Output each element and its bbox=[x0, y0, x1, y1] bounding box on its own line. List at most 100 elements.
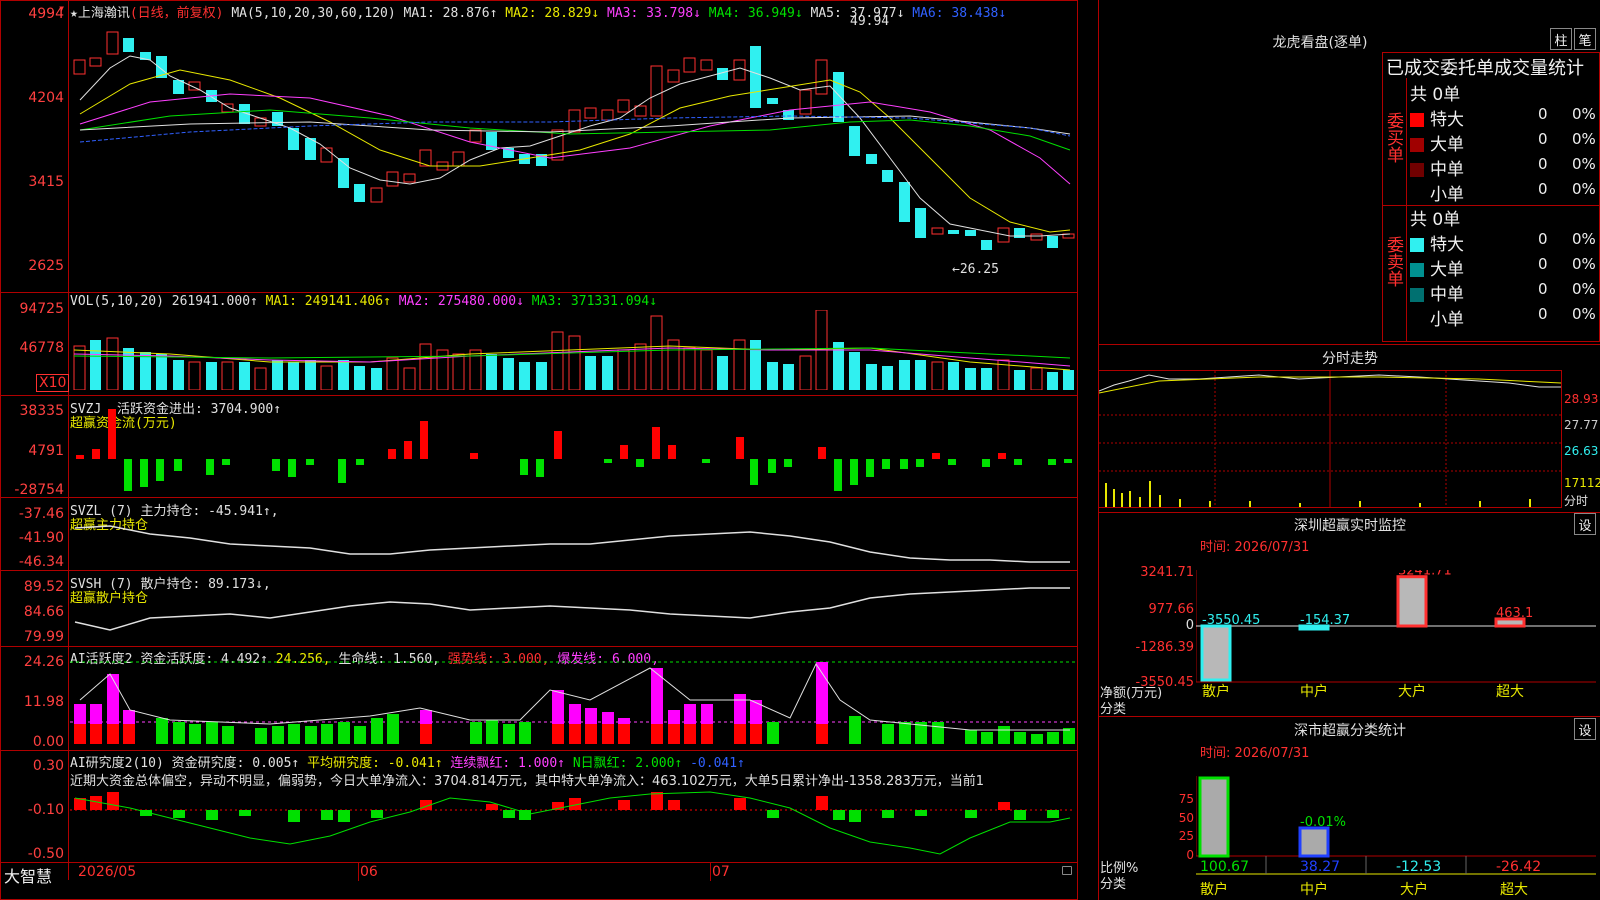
vol-header: VOL(5,10,20) 261941.000↑ MA1: 249141.406… bbox=[70, 294, 657, 309]
sell-val-0: 0 bbox=[1538, 230, 1548, 248]
class-axis-4: 0 bbox=[1186, 848, 1194, 862]
price-axis-2: 4204 bbox=[28, 90, 64, 106]
ai-research-v5: -0.041↑ bbox=[690, 756, 745, 771]
ma6-line bbox=[79, 115, 1071, 143]
monitor-bar-0 bbox=[1200, 624, 1232, 682]
class-time: 时间: 2026/07/31 bbox=[1200, 746, 1310, 761]
class-axis-1: 75 bbox=[1178, 792, 1194, 806]
ai-active-axis-3: 0.00 bbox=[32, 734, 64, 750]
sell-val-2: 0 bbox=[1538, 280, 1548, 298]
svzl-chart bbox=[74, 525, 1070, 563]
class-bar-retail bbox=[1198, 776, 1230, 858]
ai-research-chart bbox=[70, 791, 1075, 855]
monitor-axis-3: 0 bbox=[1185, 618, 1194, 633]
ai-research-v1: 资金研究度: 0.005↑ bbox=[171, 756, 300, 771]
class-cat-1: 中户 bbox=[1300, 881, 1328, 898]
intraday-axis-1: 28.93 bbox=[1564, 392, 1599, 406]
lock-icon[interactable] bbox=[1062, 866, 1072, 875]
date-tick-jun bbox=[358, 863, 359, 881]
buy-pct-0: 0% bbox=[1572, 105, 1596, 123]
class-chart: -0.01% 100.67 38.27 -12.53 -26.42 散户 中户 … bbox=[1196, 776, 1596, 898]
monitor-time: 时间: 2026/07/31 bbox=[1200, 540, 1310, 555]
price-candles bbox=[73, 31, 1075, 250]
sell-pct-2: 0% bbox=[1572, 280, 1596, 298]
class-cat-3: 超大 bbox=[1500, 882, 1528, 898]
buy-label: 委买单 bbox=[1383, 112, 1403, 163]
monitor-bar-label-0: -3550.45 bbox=[1202, 613, 1260, 628]
buy-val-1: 0 bbox=[1538, 130, 1548, 148]
tick-mode-button[interactable]: 笔 bbox=[1574, 28, 1596, 50]
monitor-border-top bbox=[1098, 512, 1600, 513]
sell-row-2: 中单 bbox=[1410, 280, 1464, 305]
ai-research-axis-3: -0.50 bbox=[27, 846, 64, 862]
sell-total: 共 0单 bbox=[1410, 210, 1461, 230]
monitor-bar-label-3: 463.1 bbox=[1496, 606, 1533, 621]
class-bar-mid bbox=[1298, 826, 1330, 858]
monitor-cat-2: 大户 bbox=[1398, 683, 1426, 700]
sep-ai-active bbox=[0, 646, 1078, 647]
axis-divider bbox=[68, 0, 69, 880]
monitor-cat-1: 中户 bbox=[1300, 683, 1328, 700]
sell-val-1: 0 bbox=[1538, 255, 1548, 273]
swatch bbox=[1410, 138, 1424, 152]
svzl-axis-1: -37.46 bbox=[18, 506, 64, 522]
svzj-axis-2: 4791 bbox=[28, 443, 64, 459]
class-cat-0: 散户 bbox=[1200, 881, 1228, 898]
svsh-axis-2: 84.66 bbox=[23, 604, 64, 620]
monitor-bar-labels: -3550.45 -154.37 3241.71 463.1 bbox=[1202, 570, 1533, 628]
svsh-chart bbox=[74, 587, 1070, 631]
monitor-settings-button[interactable]: 设 bbox=[1574, 513, 1596, 535]
swatch bbox=[1410, 163, 1424, 177]
app-logo: 大智慧 bbox=[4, 867, 53, 886]
date-label-may: 2026/05 bbox=[78, 864, 137, 880]
sell-pct-0: 0% bbox=[1572, 230, 1596, 248]
sep-date bbox=[0, 862, 1078, 863]
buy-row-3: 小单 bbox=[1410, 180, 1464, 205]
class-bottom-3: -26.42 bbox=[1496, 859, 1541, 875]
svzl-axis-3: -46.34 bbox=[18, 554, 64, 570]
ai-research-v4: N日飘红: 2.000↑ bbox=[572, 756, 683, 771]
date-label-jun: 06 bbox=[360, 864, 378, 880]
vol-ma1: MA1: 249141.406↑ bbox=[265, 294, 391, 309]
sep-svzl bbox=[0, 497, 1078, 498]
svzj-axis-3: -28754 bbox=[14, 482, 64, 498]
sep-ai-research bbox=[0, 750, 1078, 751]
intraday-title: 分时走势 bbox=[1322, 351, 1378, 367]
sell-row-3: 小单 bbox=[1410, 305, 1464, 330]
sep-svzj bbox=[0, 395, 1078, 396]
buy-val-3: 0 bbox=[1538, 180, 1548, 198]
vol-params: VOL(5,10,20) bbox=[70, 294, 164, 309]
class-axis-3: 25 bbox=[1178, 829, 1194, 843]
vol-ma2: MA2: 275480.000↓ bbox=[398, 294, 524, 309]
svzl-value: 主力持仓: -45.941↑, bbox=[140, 504, 279, 519]
sell-row-1: 大单 bbox=[1410, 255, 1464, 280]
intraday-axis-3: 26.63 bbox=[1564, 444, 1599, 458]
class-border-top bbox=[1098, 716, 1600, 717]
monitor-title: 深圳超赢实时监控 bbox=[1294, 518, 1406, 534]
price-chart[interactable] bbox=[70, 18, 1075, 290]
right-panel-divider bbox=[1098, 0, 1099, 900]
monitor-cat-0: 散户 bbox=[1202, 683, 1230, 700]
class-settings-button[interactable]: 设 bbox=[1574, 718, 1596, 740]
sep-vol bbox=[0, 292, 1078, 293]
swatch bbox=[1410, 113, 1424, 127]
buy-pct-2: 0% bbox=[1572, 155, 1596, 173]
svsh-axis-1: 89.52 bbox=[23, 579, 64, 595]
monitor-axis-2: 977.66 bbox=[1148, 602, 1195, 617]
bar-mode-button[interactable]: 柱 bbox=[1550, 28, 1572, 50]
ai-research-axis-2: -0.10 bbox=[27, 802, 64, 818]
lhb-title: 龙虎看盘(逐单) bbox=[1272, 35, 1368, 51]
monitor-bar-2 bbox=[1396, 575, 1428, 628]
vol-chart bbox=[73, 310, 1074, 390]
sell-label: 委卖单 bbox=[1383, 236, 1403, 287]
sell-pct-3: 0% bbox=[1572, 305, 1596, 323]
buy-row-2: 中单 bbox=[1410, 155, 1464, 180]
svsh-axis-3: 79.99 bbox=[23, 629, 64, 645]
vol-ma3: MA3: 371331.094↓ bbox=[531, 294, 658, 309]
sell-pct-1: 0% bbox=[1572, 255, 1596, 273]
class-xlabel: 分类 bbox=[1100, 877, 1127, 892]
class-bottom-2: -12.53 bbox=[1396, 859, 1441, 875]
ai-active-axis-1: 24.26 bbox=[23, 654, 64, 670]
sell-row-0: 特大 bbox=[1410, 230, 1464, 255]
sell-val-3: 0 bbox=[1538, 305, 1548, 323]
